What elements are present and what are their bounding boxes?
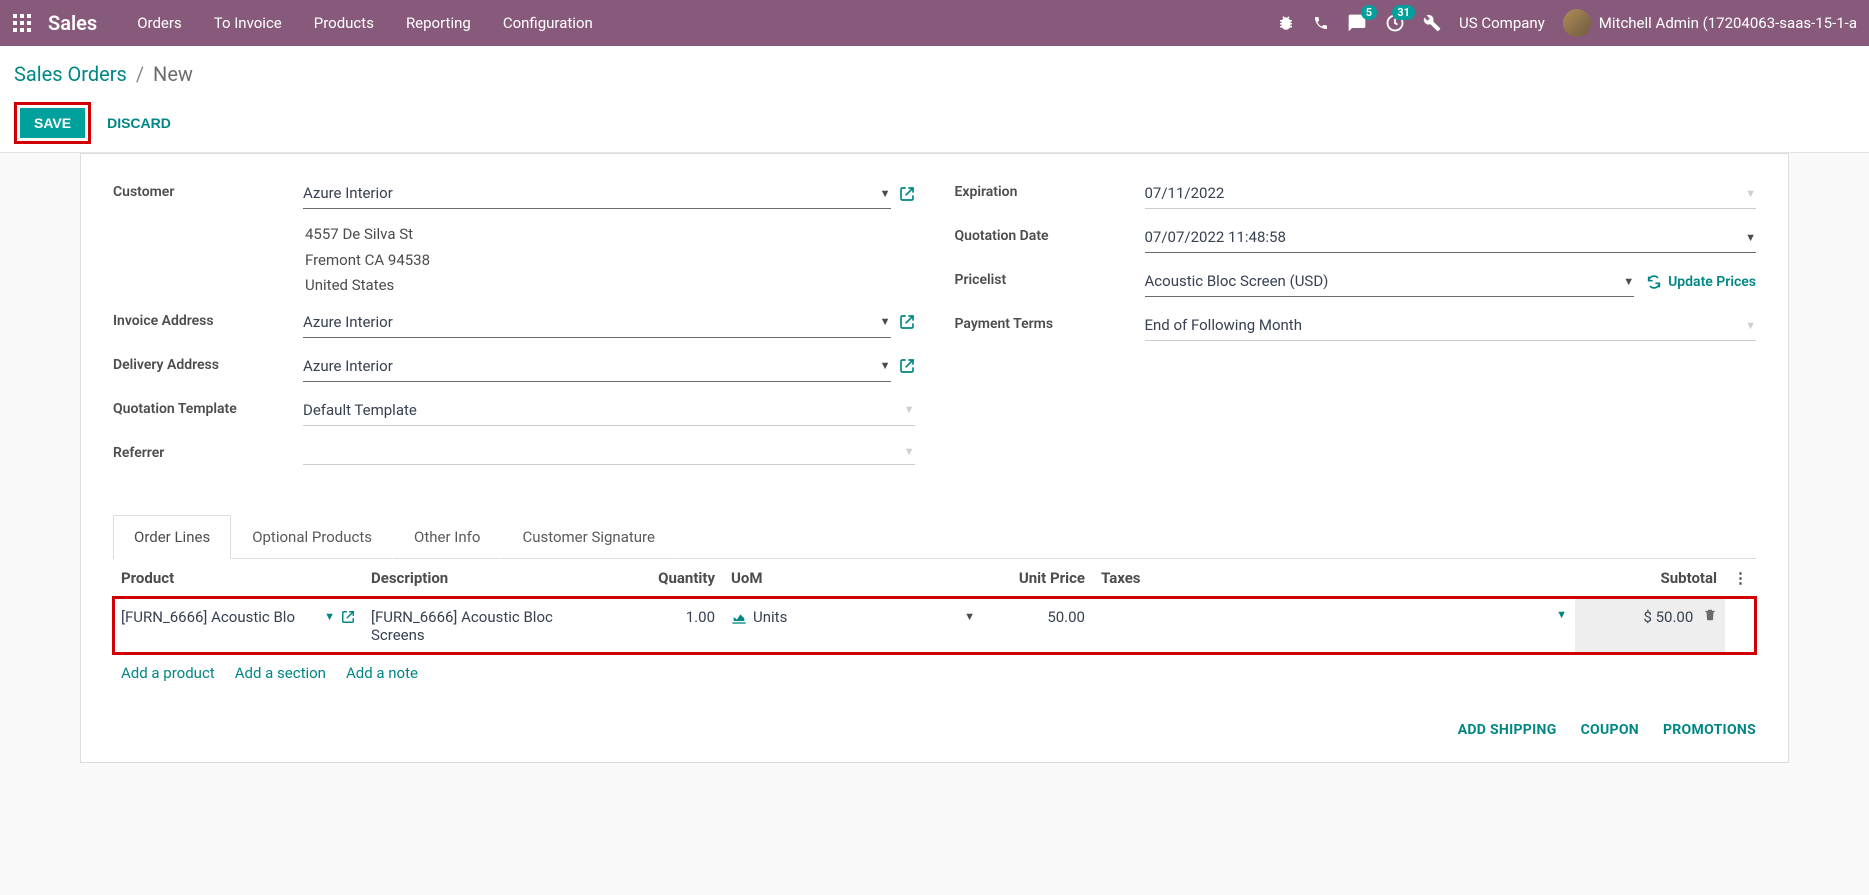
label-delivery-address: Delivery Address: [113, 351, 303, 373]
line-subtotal: $ 50.00: [1575, 597, 1725, 654]
nav-configuration[interactable]: Configuration: [491, 6, 605, 40]
quotation-template-field[interactable]: Default Template ▼: [303, 395, 915, 426]
chevron-down-icon: ▼: [964, 610, 975, 623]
save-highlight: SAVE: [14, 102, 91, 144]
label-customer: Customer: [113, 178, 303, 200]
tab-other-info[interactable]: Other Info: [393, 515, 501, 559]
add-shipping-button[interactable]: ADD SHIPPING: [1458, 722, 1557, 738]
line-quantity[interactable]: 1.00: [613, 597, 723, 654]
order-lines-table: Product Description Quantity UoM Unit Pr…: [113, 559, 1756, 692]
nav-products[interactable]: Products: [302, 6, 386, 40]
chevron-down-icon: ▼: [324, 610, 335, 623]
th-uom: UoM: [723, 559, 983, 598]
delivery-address-field[interactable]: Azure Interior ▼: [303, 351, 891, 382]
chevron-down-icon: ▼: [904, 445, 915, 458]
form-sheet: Customer Azure Interior ▼ 4557: [80, 153, 1789, 763]
tab-customer-signature[interactable]: Customer Signature: [501, 515, 676, 559]
th-quantity: Quantity: [613, 559, 723, 598]
company-switcher[interactable]: US Company: [1459, 14, 1545, 32]
label-payment-terms: Payment Terms: [955, 310, 1145, 332]
chevron-down-icon: ▼: [1745, 187, 1756, 200]
chevron-down-icon: ▼: [904, 403, 915, 416]
chart-icon[interactable]: [731, 610, 747, 624]
control-panel: Sales Orders / New SAVE DISCARD: [0, 46, 1869, 153]
chevron-down-icon: ▼: [1623, 275, 1634, 288]
activity-icon[interactable]: 31: [1385, 13, 1405, 33]
label-invoice-address: Invoice Address: [113, 307, 303, 329]
chevron-down-icon: ▼: [880, 187, 891, 200]
expiration-field[interactable]: 07/11/2022 ▼: [1145, 178, 1757, 209]
chevron-down-icon: ▼: [1745, 319, 1756, 332]
add-product-link[interactable]: Add a product: [121, 664, 215, 682]
nav-orders[interactable]: Orders: [125, 6, 194, 40]
line-uom-field[interactable]: Units ▼: [731, 608, 975, 626]
th-product: Product: [113, 559, 363, 598]
messages-icon[interactable]: 5: [1347, 13, 1367, 33]
chevron-down-icon: ▼: [880, 315, 891, 328]
messages-badge: 5: [1361, 5, 1377, 20]
avatar: [1563, 9, 1591, 37]
label-quotation-template: Quotation Template: [113, 395, 303, 417]
coupon-button[interactable]: COUPON: [1581, 722, 1639, 738]
trash-icon[interactable]: [1703, 608, 1717, 626]
user-name: Mitchell Admin (17204063-saas-15-1-a: [1599, 14, 1857, 32]
table-row[interactable]: [FURN_6666] Acoustic Blo ▼ [FURN_6666] A…: [113, 597, 1756, 654]
label-expiration: Expiration: [955, 178, 1145, 200]
bug-icon[interactable]: [1277, 14, 1295, 32]
top-nav: Sales Orders To Invoice Products Reporti…: [0, 0, 1869, 46]
pricelist-field[interactable]: Acoustic Bloc Screen (USD) ▼: [1145, 266, 1635, 297]
tab-optional-products[interactable]: Optional Products: [231, 515, 393, 559]
referrer-field[interactable]: ▼: [303, 439, 915, 465]
breadcrumb-current: New: [153, 62, 193, 86]
line-unit-price[interactable]: 50.00: [983, 597, 1093, 654]
invoice-address-field[interactable]: Azure Interior ▼: [303, 307, 891, 338]
chevron-down-icon: ▼: [880, 359, 891, 372]
payment-terms-field[interactable]: End of Following Month ▼: [1145, 310, 1757, 341]
th-description: Description: [363, 559, 613, 598]
user-menu[interactable]: Mitchell Admin (17204063-saas-15-1-a: [1563, 9, 1857, 37]
phone-icon[interactable]: [1313, 15, 1329, 31]
external-link-icon[interactable]: [341, 610, 355, 624]
customer-field[interactable]: Azure Interior ▼: [303, 178, 891, 209]
apps-icon[interactable]: [12, 13, 32, 33]
th-unit-price: Unit Price: [983, 559, 1093, 598]
add-section-link[interactable]: Add a section: [235, 664, 326, 682]
th-kebab[interactable]: ⋮: [1725, 559, 1756, 598]
external-link-icon[interactable]: [899, 358, 915, 374]
notebook-tabs: Order Lines Optional Products Other Info…: [113, 515, 1756, 559]
line-product-field[interactable]: [FURN_6666] Acoustic Blo ▼: [121, 608, 355, 626]
external-link-icon[interactable]: [899, 186, 915, 202]
nav-reporting[interactable]: Reporting: [394, 6, 483, 40]
label-pricelist: Pricelist: [955, 266, 1145, 288]
line-taxes-field[interactable]: ▼: [1101, 608, 1567, 621]
line-description[interactable]: [FURN_6666] Acoustic Bloc Screens: [363, 597, 613, 654]
th-taxes: Taxes: [1093, 559, 1575, 598]
promotions-button[interactable]: PROMOTIONS: [1663, 722, 1756, 738]
breadcrumb: Sales Orders / New: [14, 62, 1855, 86]
add-note-link[interactable]: Add a note: [346, 664, 418, 682]
customer-address: 4557 De Silva St Fremont CA 94538 United…: [303, 222, 915, 299]
chevron-down-icon: ▼: [1745, 231, 1756, 244]
nav-links: Orders To Invoice Products Reporting Con…: [125, 6, 605, 40]
label-quotation-date: Quotation Date: [955, 222, 1145, 244]
external-link-icon[interactable]: [899, 314, 915, 330]
refresh-icon: [1646, 274, 1662, 290]
th-subtotal: Subtotal: [1575, 559, 1725, 598]
breadcrumb-root[interactable]: Sales Orders: [14, 62, 127, 86]
tab-order-lines[interactable]: Order Lines: [113, 515, 231, 559]
footer-actions: ADD SHIPPING COUPON PROMOTIONS: [113, 692, 1756, 738]
label-referrer: Referrer: [113, 439, 303, 461]
quotation-date-field[interactable]: 07/07/2022 11:48:58 ▼: [1145, 222, 1757, 253]
discard-button[interactable]: DISCARD: [107, 115, 171, 131]
update-prices-button[interactable]: Update Prices: [1646, 274, 1756, 290]
nav-to-invoice[interactable]: To Invoice: [202, 6, 294, 40]
tools-icon[interactable]: [1423, 14, 1441, 32]
activity-badge: 31: [1392, 5, 1415, 20]
app-brand[interactable]: Sales: [48, 11, 97, 35]
chevron-down-icon: ▼: [1556, 608, 1567, 621]
save-button[interactable]: SAVE: [20, 108, 85, 138]
